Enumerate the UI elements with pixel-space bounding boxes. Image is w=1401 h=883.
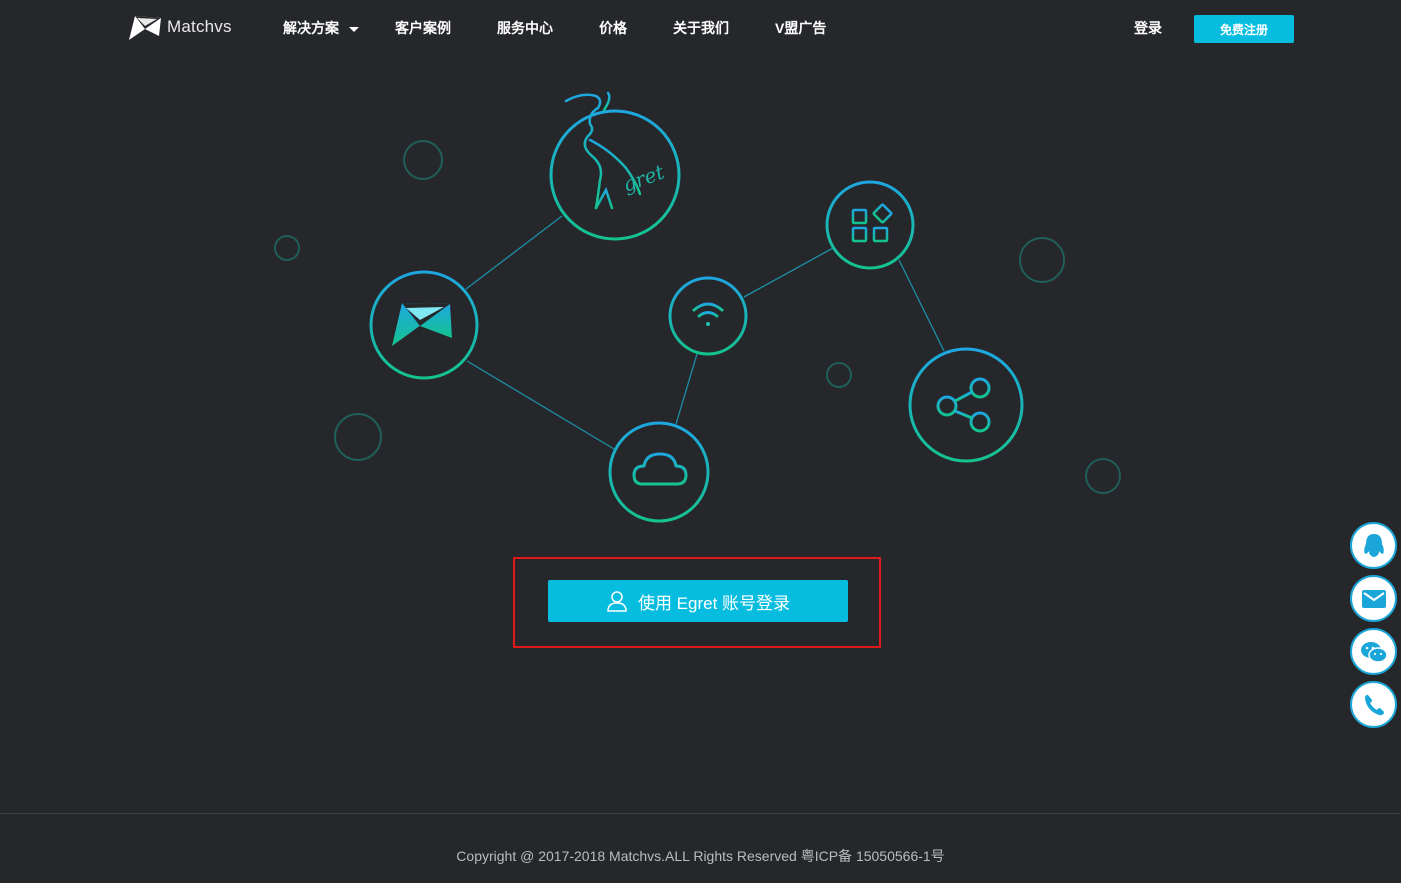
egret-login-label: 使用 Egret 账号登录 bbox=[637, 593, 791, 613]
footer-divider bbox=[0, 813, 1401, 814]
qq-button[interactable] bbox=[1350, 522, 1397, 569]
qq-icon bbox=[1363, 533, 1384, 557]
matchvs-node bbox=[369, 270, 479, 380]
copyright-text: Copyright @ 2017-2018 Matchvs.ALL Rights… bbox=[456, 848, 945, 864]
phone-button[interactable] bbox=[1350, 681, 1397, 728]
wifi-node bbox=[668, 276, 748, 356]
share-node bbox=[908, 347, 1024, 463]
phone-icon bbox=[1364, 694, 1384, 715]
mail-icon bbox=[1361, 589, 1386, 608]
cloud-node bbox=[608, 421, 710, 523]
egret-node: gret bbox=[549, 91, 681, 241]
user-icon bbox=[607, 591, 627, 612]
wechat-button[interactable] bbox=[1350, 628, 1397, 675]
egret-login-button[interactable]: 使用 Egret 账号登录 bbox=[548, 580, 848, 622]
network-illustration: gret bbox=[274, 91, 1121, 523]
wechat-icon bbox=[1360, 641, 1388, 663]
apps-node bbox=[825, 180, 915, 270]
mail-button[interactable] bbox=[1350, 575, 1397, 622]
